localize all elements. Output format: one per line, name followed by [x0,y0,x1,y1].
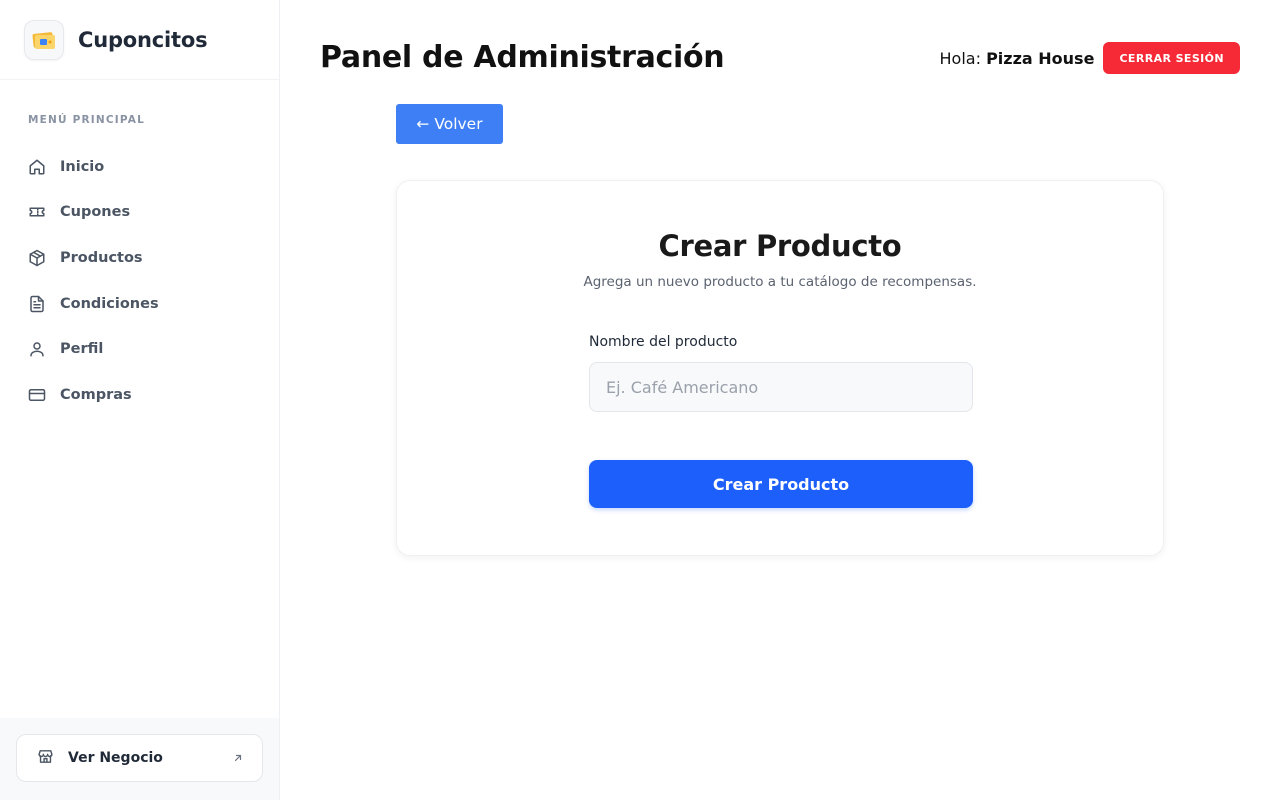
product-name-input[interactable] [589,362,973,412]
sidebar-item-inicio[interactable]: Inicio [0,144,279,190]
coupon-ticket-icon [24,19,64,60]
greeting: Hola: Pizza House [940,49,1095,68]
home-icon [28,158,46,176]
main-content: Panel de Administración Hola: Pizza Hous… [280,0,1280,800]
form-subtitle: Agrega un nuevo producto a tu catálogo d… [583,274,977,290]
main-menu: MENÚ PRINCIPAL Inicio Cupones Productos [0,80,279,418]
sidebar-footer: Ver Negocio [0,718,279,800]
sidebar-item-perfil[interactable]: Perfil [0,326,279,372]
user-name: Pizza House [986,48,1095,68]
user-area: Hola: Pizza House CERRAR SESIÓN [940,42,1240,74]
back-button[interactable]: ← Volver [396,104,503,144]
ver-negocio-button[interactable]: Ver Negocio [16,734,263,782]
greeting-label: Hola: [939,48,981,68]
credit-card-icon [28,386,46,404]
sidebar: Cuponcitos MENÚ PRINCIPAL Inicio Cupones [0,0,280,800]
sidebar-item-label: Perfil [60,341,104,358]
create-product-button[interactable]: Crear Producto [589,460,973,508]
user-icon [28,340,46,358]
sidebar-item-label: Inicio [60,158,105,175]
logout-button[interactable]: CERRAR SESIÓN [1103,42,1240,74]
sidebar-item-label: Condiciones [60,295,159,312]
box-icon [28,249,46,267]
sidebar-item-productos[interactable]: Productos [0,235,279,281]
product-name-label: Nombre del producto [589,334,738,350]
app-root: Cuponcitos MENÚ PRINCIPAL Inicio Cupones [0,0,1280,800]
brand-name: Cuponcitos [78,27,208,52]
sidebar-item-compras[interactable]: Compras [0,372,279,418]
form-title: Crear Producto [658,229,902,263]
sidebar-item-condiciones[interactable]: Condiciones [0,281,279,327]
document-icon [28,295,46,313]
store-icon [37,748,54,769]
page-title: Panel de Administración [320,40,725,75]
menu-heading: MENÚ PRINCIPAL [28,114,146,126]
ver-negocio-label: Ver Negocio [68,750,163,766]
create-product-card: Crear Producto Agrega un nuevo producto … [396,180,1164,556]
sidebar-item-label: Productos [60,249,143,266]
sidebar-item-label: Compras [60,386,132,403]
ticket-icon [28,203,46,221]
sidebar-item-cupones[interactable]: Cupones [0,190,279,236]
brand[interactable]: Cuponcitos [0,0,279,80]
sidebar-item-label: Cupones [60,204,131,221]
arrow-up-right-icon [232,749,244,768]
